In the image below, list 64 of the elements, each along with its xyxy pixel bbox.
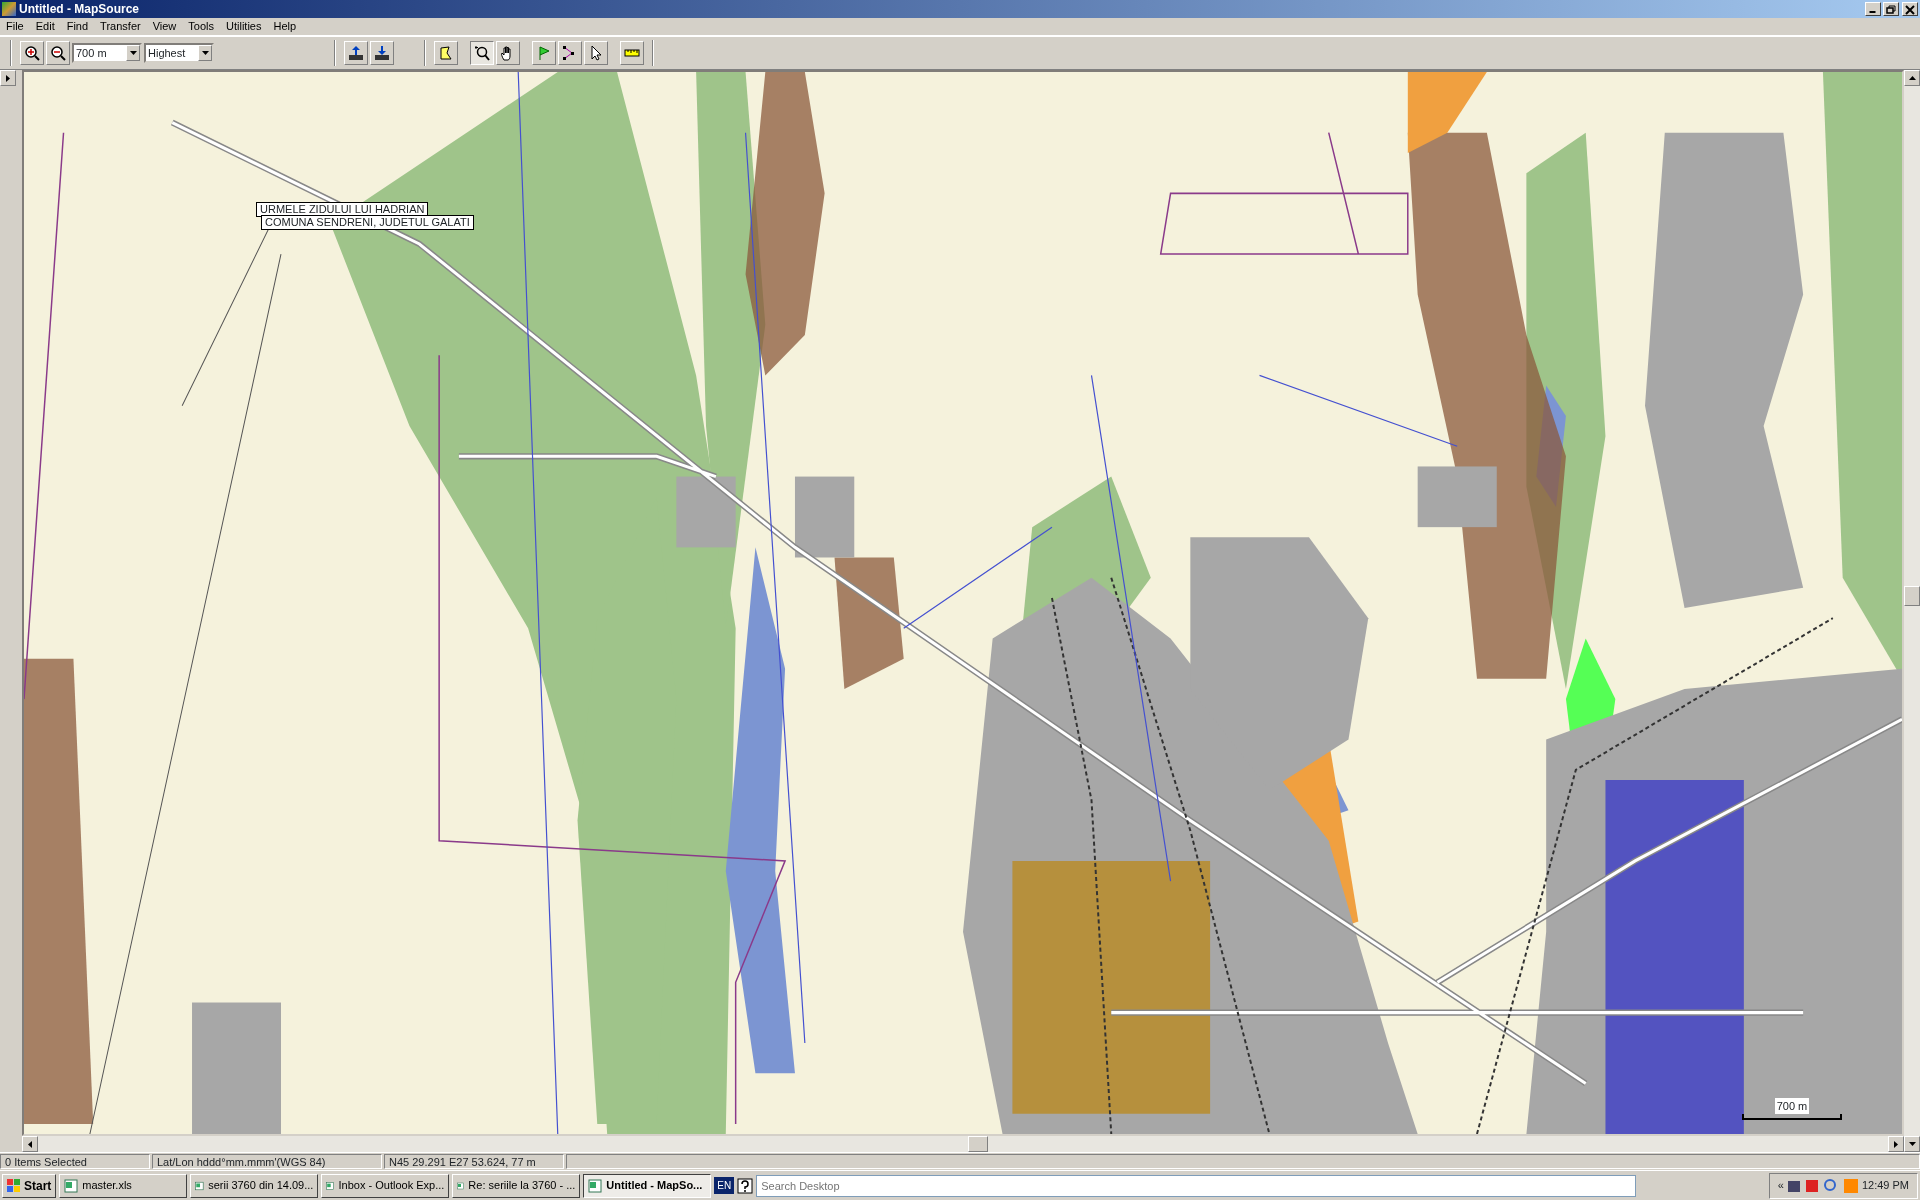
tray-expand-button[interactable]: « (1777, 1177, 1784, 1194)
caret-icon (201, 51, 209, 55)
help-icon[interactable] (737, 1177, 754, 1194)
taskbar-button[interactable]: master.xls (59, 1173, 188, 1198)
start-button[interactable]: Start (2, 1173, 57, 1198)
menu-item[interactable]: Transfer (94, 18, 147, 35)
menu-item[interactable]: File (0, 18, 30, 35)
arrow-icon (1908, 1142, 1916, 1146)
document-icon (588, 1178, 603, 1193)
status-text: 0 Items Selected (0, 1154, 150, 1169)
menu-item[interactable]: Help (267, 18, 303, 35)
detail-dropdown[interactable]: Highest (144, 43, 214, 63)
restore-icon (1885, 3, 1898, 15)
magnifier-icon (474, 45, 490, 61)
document-icon (64, 1178, 79, 1193)
status-text: N45 29.291 E27 53.624, 77 m (384, 1154, 564, 1169)
scale-dropdown[interactable]: 700 m (72, 43, 142, 63)
taskbar-button[interactable]: Untitled - MapSo... (583, 1173, 712, 1198)
menu-item[interactable]: Tools (182, 18, 220, 35)
map-drawing[interactable] (24, 72, 1902, 1134)
zoom-in-button[interactable] (20, 41, 44, 65)
panel-toggle-button[interactable] (0, 70, 16, 86)
clock: 12:49 PM (1861, 1178, 1909, 1194)
minimize-button[interactable] (1864, 2, 1881, 16)
upload-device-icon (348, 45, 364, 61)
scrollbar-thumb[interactable] (1904, 586, 1920, 606)
send-to-device-button[interactable] (344, 41, 368, 65)
magnifier-plus-icon (24, 45, 40, 61)
flag-icon (536, 45, 552, 61)
menu-item[interactable]: Edit (29, 18, 61, 35)
arrow-icon (6, 74, 10, 82)
menu-item[interactable]: Utilities (220, 18, 268, 35)
search-field[interactable]: Search Desktop (756, 1174, 1637, 1197)
close-button[interactable] (1902, 2, 1918, 16)
receive-from-device-button[interactable] (370, 41, 394, 65)
menu-item[interactable]: Find (60, 18, 95, 35)
app-icon (2, 2, 16, 16)
map-tooltip: COMUNA SENDRENI, JUDETUL GALATI (261, 215, 474, 230)
scale-bar: 700 m (1742, 1097, 1842, 1120)
language-indicator[interactable]: EN (714, 1177, 735, 1194)
vertical-scrollbar[interactable] (1904, 70, 1920, 1152)
menu-item[interactable]: View (146, 18, 183, 35)
taskbar-button[interactable]: serii 3760 din 14.09... (190, 1173, 319, 1198)
taskbar-button[interactable]: Re: seriile la 3760 - ... (452, 1173, 581, 1198)
caret-icon (129, 51, 137, 55)
restore-button[interactable] (1883, 2, 1900, 16)
arrow-icon (28, 1140, 32, 1148)
arrow-icon (1908, 76, 1916, 80)
status-text: Lat/Lon hddd°mm.mmm'(WGS 84) (152, 1154, 382, 1169)
polygon-icon (438, 45, 454, 61)
window-title: Untitled - MapSource (19, 1, 139, 18)
pointer-icon (588, 45, 604, 61)
tool-button[interactable] (470, 41, 494, 65)
arrow-icon (1894, 1140, 1898, 1148)
magnifier-minus-icon (50, 45, 66, 61)
horizontal-scrollbar[interactable] (22, 1136, 1904, 1152)
taskbar-button[interactable]: Inbox - Outlook Exp... (321, 1173, 450, 1198)
windows-logo-icon (7, 1178, 21, 1193)
minimize-icon (1869, 11, 1876, 13)
scrollbar-thumb[interactable] (968, 1136, 988, 1152)
zoom-out-button[interactable] (46, 41, 70, 65)
close-icon (1904, 3, 1916, 15)
tray-icons[interactable] (1787, 1177, 1858, 1194)
download-device-icon (374, 45, 390, 61)
